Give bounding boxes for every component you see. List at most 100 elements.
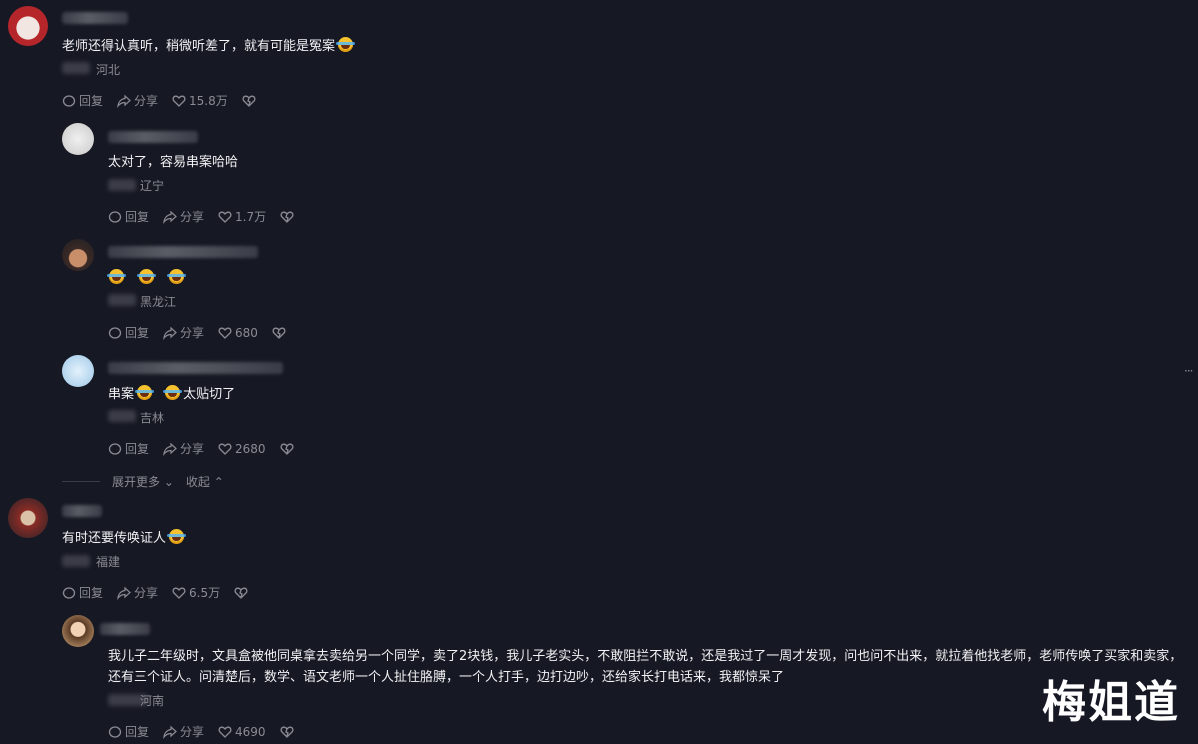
reply-label: 回复 <box>125 326 150 340</box>
like-count: 6.5万 <box>189 586 221 600</box>
dislike-button[interactable] <box>234 586 248 600</box>
reply-button[interactable]: 回复 <box>108 723 149 740</box>
dislike-button[interactable] <box>280 442 294 456</box>
like-count: 2680 <box>235 441 266 456</box>
share-button[interactable]: 分享 <box>163 723 204 740</box>
share-label: 分享 <box>180 442 205 456</box>
comment-content: 我儿子二年级时，文具盒被他同桌拿去卖给另一个同学，卖了2块钱，我儿子老实头，不敢… <box>108 649 1183 685</box>
comment-text: 串案 太贴切了 <box>108 384 235 405</box>
username[interactable] <box>100 623 150 635</box>
like-button[interactable]: 1.7万 <box>218 208 266 225</box>
avatar[interactable] <box>62 239 94 271</box>
chevron-up-icon: ⌃ <box>209 475 224 489</box>
reply-icon <box>62 94 76 107</box>
comment-text: 我儿子二年级时，文具盒被他同桌拿去卖给另一个同学，卖了2块钱，我儿子老实头，不敢… <box>108 646 1193 688</box>
laugh-cry-emoji-icon <box>137 269 157 284</box>
share-label: 分享 <box>180 326 205 340</box>
like-icon <box>172 95 186 107</box>
divider <box>62 481 100 482</box>
laugh-cry-emoji-icon <box>336 37 356 52</box>
comment-content: 太贴切了 <box>183 387 236 402</box>
share-button[interactable]: 分享 <box>163 208 204 225</box>
share-icon <box>117 94 131 108</box>
reply-icon <box>108 326 122 339</box>
like-count: 1.7万 <box>235 210 267 224</box>
comment-actions: 回复 分享 2680 <box>108 440 294 457</box>
reply-button[interactable]: 回复 <box>62 92 103 109</box>
location: 辽宁 <box>140 179 165 193</box>
ip-label-blur <box>62 555 90 567</box>
like-icon <box>218 726 232 738</box>
comment-content: 有时还要传唤证人 <box>62 531 167 546</box>
comment-actions: 回复 分享 680 <box>108 324 286 341</box>
like-icon <box>172 587 186 599</box>
comment-actions: 回复 分享 4690 <box>108 723 294 740</box>
location: 黑龙江 <box>140 295 177 309</box>
reply-label: 回复 <box>125 210 150 224</box>
share-label: 分享 <box>134 94 159 108</box>
dislike-button[interactable] <box>280 725 294 739</box>
reply-button[interactable]: 回复 <box>108 440 149 457</box>
ip-label-blur <box>108 179 136 191</box>
username[interactable] <box>108 246 258 258</box>
comment-text <box>106 268 187 289</box>
dislike-button[interactable] <box>280 210 294 224</box>
location: 吉林 <box>140 411 165 425</box>
like-button[interactable]: 680 <box>218 326 258 340</box>
reply-button[interactable]: 回复 <box>62 584 103 601</box>
share-label: 分享 <box>180 725 205 739</box>
collapse-label: 收起 <box>185 475 210 489</box>
avatar[interactable] <box>8 6 48 46</box>
location: 福建 <box>96 555 121 569</box>
laugh-cry-emoji-icon <box>163 385 183 400</box>
comment-text: 老师还得认真听，稍微听差了，就有可能是冤案 <box>62 36 356 57</box>
like-button[interactable]: 15.8万 <box>172 92 228 109</box>
reply-icon <box>108 210 122 223</box>
comment-text: 有时还要传唤证人 <box>62 528 187 549</box>
laugh-cry-emoji-icon <box>107 269 126 284</box>
share-button[interactable]: 分享 <box>117 92 158 109</box>
share-icon <box>117 586 131 600</box>
share-icon <box>163 326 177 340</box>
share-button[interactable]: 分享 <box>163 440 204 457</box>
share-icon <box>163 442 177 456</box>
share-button[interactable]: 分享 <box>163 324 204 341</box>
reply-label: 回复 <box>79 586 104 600</box>
dislike-button[interactable] <box>242 94 256 108</box>
username[interactable] <box>62 12 128 24</box>
reply-icon <box>108 442 122 455</box>
comment-text: 太对了，容易串案哈哈 <box>108 152 238 173</box>
avatar[interactable] <box>62 615 94 647</box>
share-button[interactable]: 分享 <box>117 584 158 601</box>
dislike-button[interactable] <box>272 326 286 340</box>
ip-label-blur <box>62 62 90 74</box>
expand-more-label: 展开更多 <box>112 475 161 489</box>
share-label: 分享 <box>134 586 159 600</box>
reply-button[interactable]: 回复 <box>108 208 149 225</box>
avatar[interactable] <box>62 355 94 387</box>
like-button[interactable]: 4690 <box>218 725 266 739</box>
avatar[interactable] <box>8 498 48 538</box>
username[interactable] <box>108 362 283 374</box>
more-options-icon[interactable]: ··· <box>1184 364 1194 378</box>
share-icon <box>163 725 177 739</box>
like-count: 4690 <box>235 724 266 739</box>
dislike-icon <box>272 327 286 339</box>
reply-button[interactable]: 回复 <box>108 324 149 341</box>
comment-content: 老师还得认真听，稍微听差了，就有可能是冤案 <box>62 39 336 54</box>
like-icon <box>218 443 232 455</box>
reply-label: 回复 <box>79 94 104 108</box>
username[interactable] <box>108 131 198 143</box>
like-button[interactable]: 6.5万 <box>172 584 220 601</box>
reply-icon <box>108 725 122 738</box>
expand-more-button[interactable]: 展开更多 ⌄ <box>112 473 174 490</box>
username[interactable] <box>62 505 102 517</box>
collapse-button[interactable]: 收起 ⌃ <box>186 473 224 490</box>
like-button[interactable]: 2680 <box>218 442 266 456</box>
ip-label-blur <box>108 294 136 306</box>
laugh-cry-emoji-icon <box>167 269 187 284</box>
avatar[interactable] <box>62 123 94 155</box>
like-count: 15.8万 <box>189 94 228 108</box>
dislike-icon <box>280 726 294 738</box>
chevron-down-icon: ⌄ <box>160 475 174 489</box>
